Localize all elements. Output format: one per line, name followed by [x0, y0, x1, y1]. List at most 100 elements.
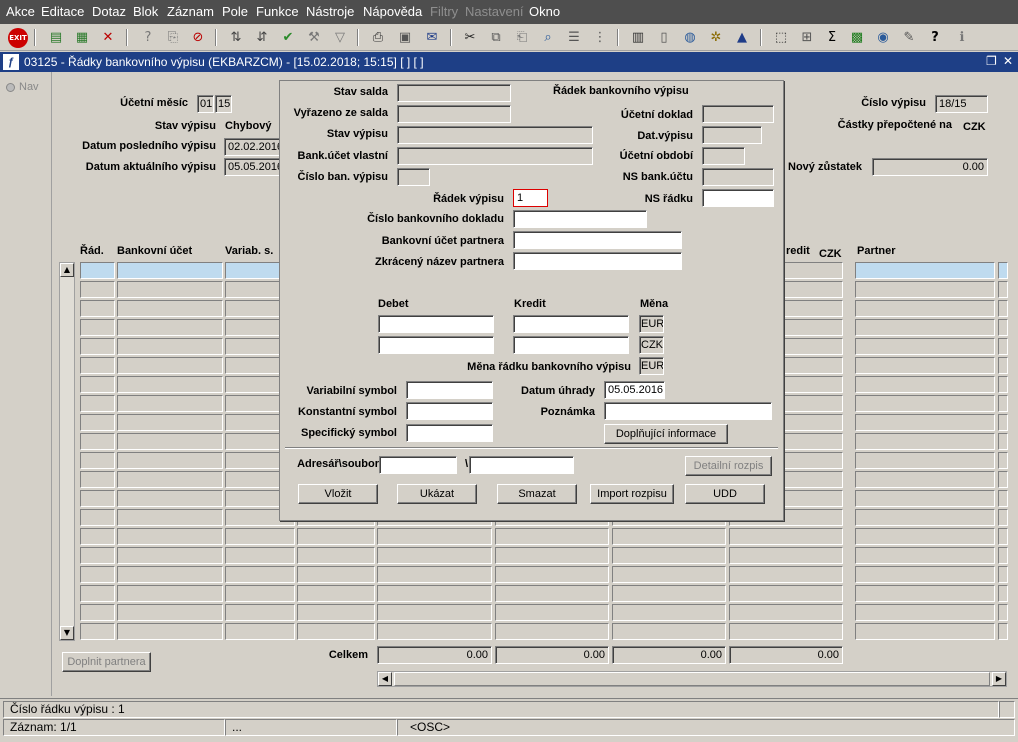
- table-cell[interactable]: [117, 395, 223, 412]
- table-cell[interactable]: [998, 604, 1008, 621]
- table-cell[interactable]: [612, 604, 726, 621]
- table-cell[interactable]: [612, 585, 726, 602]
- scroll-up-icon[interactable]: ▲: [60, 263, 74, 277]
- menu-pole[interactable]: Pole: [222, 4, 248, 19]
- table-cell[interactable]: [495, 566, 609, 583]
- duplicate-record-icon[interactable]: ▦: [72, 28, 92, 47]
- restore-window-icon[interactable]: ❐: [986, 54, 997, 68]
- menu-nastroje[interactable]: Nástroje: [306, 4, 354, 19]
- table-cell[interactable]: [998, 528, 1008, 545]
- paste-icon[interactable]: ⎗: [512, 28, 532, 47]
- table-cell[interactable]: [377, 566, 492, 583]
- table-cell[interactable]: [80, 338, 115, 355]
- ucetni-obdobi-field[interactable]: [702, 147, 745, 165]
- table-cell[interactable]: [998, 623, 1008, 640]
- detailni-rozpis-button[interactable]: Detailní rozpis: [685, 456, 772, 476]
- table-cell[interactable]: [612, 528, 726, 545]
- table-cell[interactable]: [80, 566, 115, 583]
- browser-icon[interactable]: ◉: [873, 28, 893, 47]
- table-cell[interactable]: [80, 395, 115, 412]
- sort-descending-icon[interactable]: ⇵: [252, 28, 272, 47]
- table-cell[interactable]: [117, 262, 223, 279]
- print-setup-icon[interactable]: ▣: [395, 28, 415, 47]
- table-cell[interactable]: [495, 528, 609, 545]
- table-cell[interactable]: [612, 547, 726, 564]
- globe-icon[interactable]: ◍: [680, 28, 700, 47]
- table-cell[interactable]: [117, 604, 223, 621]
- table-cell[interactable]: [855, 471, 995, 488]
- help-icon[interactable]: ?: [925, 28, 945, 47]
- table-cell[interactable]: [80, 509, 115, 526]
- table-cell[interactable]: [377, 528, 492, 545]
- chart-icon[interactable]: ⬚: [771, 28, 791, 47]
- check-icon[interactable]: ✔: [278, 28, 298, 47]
- cislo-vypisu-field[interactable]: 18/15: [935, 95, 988, 113]
- cut-icon[interactable]: ✂: [460, 28, 480, 47]
- table-cell[interactable]: [80, 376, 115, 393]
- info-icon[interactable]: ℹ: [952, 28, 972, 47]
- ucetni-mesic-year[interactable]: 15: [215, 95, 232, 113]
- scroll-thumb[interactable]: [394, 672, 990, 686]
- table-cell[interactable]: [612, 566, 726, 583]
- table-cell[interactable]: [117, 566, 223, 583]
- exit-icon[interactable]: EXIT: [8, 28, 28, 48]
- vlozit-button[interactable]: Vložit: [298, 484, 378, 504]
- warning-icon[interactable]: ▲: [732, 28, 752, 47]
- table-cell[interactable]: [117, 623, 223, 640]
- table-cell[interactable]: [855, 509, 995, 526]
- ns-radku-field[interactable]: [702, 189, 774, 207]
- table-cell[interactable]: [297, 528, 375, 545]
- import-rozpisu-button[interactable]: Import rozpisu: [590, 484, 674, 504]
- table-cell[interactable]: [729, 604, 843, 621]
- cislo-bank-dokladu-field[interactable]: [513, 210, 647, 228]
- ns-bank-uctu-field[interactable]: [702, 168, 774, 186]
- bank-ucet-partnera-field[interactable]: [513, 231, 682, 249]
- table-cell[interactable]: [855, 376, 995, 393]
- list-icon[interactable]: ☰: [564, 28, 584, 47]
- table-cell[interactable]: [225, 585, 295, 602]
- ucetni-doklad-field[interactable]: [702, 105, 774, 123]
- novy-zustatek-field[interactable]: 0.00: [872, 158, 988, 176]
- query-icon[interactable]: ?: [138, 28, 158, 47]
- stav-vypisu-dialog-field[interactable]: [397, 126, 593, 144]
- table-cell[interactable]: [855, 585, 995, 602]
- close-icon[interactable]: ✕: [1003, 54, 1013, 68]
- table-cell[interactable]: [80, 528, 115, 545]
- mena-radku-field[interactable]: EUR: [639, 357, 664, 375]
- table-cell[interactable]: [855, 490, 995, 507]
- table-cell[interactable]: [117, 376, 223, 393]
- table-cell[interactable]: [117, 490, 223, 507]
- table-cell[interactable]: [998, 585, 1008, 602]
- cancel-query-icon[interactable]: ⊘: [188, 28, 208, 47]
- datum-uhrady-field[interactable]: 05.05.2016: [604, 381, 665, 399]
- table-cell[interactable]: [225, 528, 295, 545]
- table-cell[interactable]: [80, 604, 115, 621]
- sort-ascending-icon[interactable]: ⇅: [226, 28, 246, 47]
- menu-zaznam[interactable]: Záznam: [167, 4, 214, 19]
- table-cell[interactable]: [117, 547, 223, 564]
- table-cell[interactable]: [117, 414, 223, 431]
- table-cell[interactable]: [117, 509, 223, 526]
- bank-ucet-vlastni-field[interactable]: [397, 147, 593, 165]
- menu-funkce[interactable]: Funkce: [256, 4, 299, 19]
- table-cell[interactable]: [855, 319, 995, 336]
- cislo-ban-vypisu-field[interactable]: [397, 168, 430, 186]
- adresar-field[interactable]: [379, 456, 457, 474]
- table-cell[interactable]: [80, 490, 115, 507]
- tree-icon[interactable]: ⋮: [590, 28, 610, 47]
- table-cell[interactable]: [998, 490, 1008, 507]
- table-cell[interactable]: [495, 604, 609, 621]
- table-cell[interactable]: [117, 471, 223, 488]
- scroll-left-icon[interactable]: ◀: [378, 672, 392, 686]
- mail-icon[interactable]: ✉: [422, 28, 442, 47]
- table-cell[interactable]: [998, 414, 1008, 431]
- copy-icon[interactable]: ⧉: [486, 28, 506, 47]
- table-cell[interactable]: [855, 262, 995, 279]
- menu-dotaz[interactable]: Dotaz: [92, 4, 126, 19]
- doplnujici-informace-button[interactable]: Doplňující informace: [604, 424, 728, 444]
- zkraceny-nazev-field[interactable]: [513, 252, 682, 270]
- insert-record-icon[interactable]: ▤: [46, 28, 66, 47]
- table-cell[interactable]: [225, 604, 295, 621]
- table-cell[interactable]: [729, 528, 843, 545]
- ukazat-button[interactable]: Ukázat: [397, 484, 477, 504]
